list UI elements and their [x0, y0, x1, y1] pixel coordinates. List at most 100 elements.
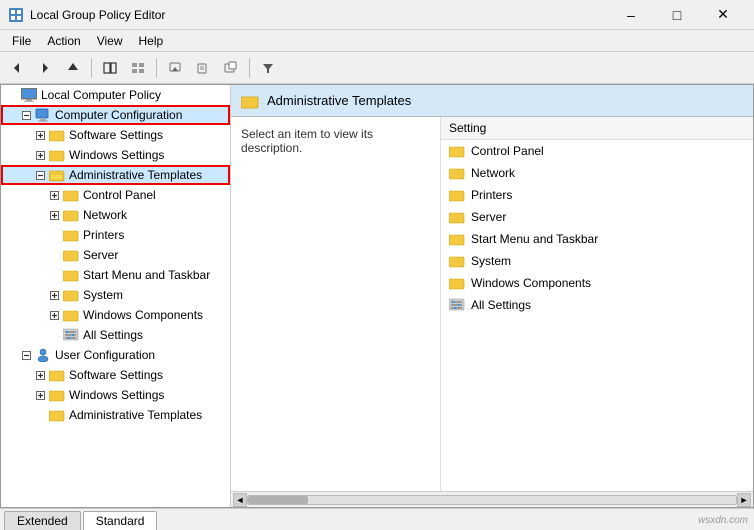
tree-item-local-computer-policy[interactable]: Local Computer Policy — [1, 85, 230, 105]
toolbar-forward[interactable] — [32, 56, 58, 80]
tree-label-system: System — [83, 288, 123, 302]
tree-label-start-menu-taskbar: Start Menu and Taskbar — [83, 268, 210, 282]
expand-icon-software-settings[interactable] — [33, 128, 47, 142]
tree-item-control-panel[interactable]: Control Panel — [1, 185, 230, 205]
tree-item-software-settings-uc[interactable]: Software Settings — [1, 365, 230, 385]
toolbar-filter[interactable] — [255, 56, 281, 80]
tree-label-all-settings: All Settings — [83, 328, 143, 342]
scroll-thumb[interactable] — [248, 496, 308, 504]
list-panel: Setting Control Panel Network Printers S… — [441, 117, 753, 491]
toolbar-action3[interactable] — [218, 56, 244, 80]
folder-icon-start-menu-taskbar — [449, 232, 465, 246]
expand-icon-start-menu-taskbar[interactable] — [47, 268, 61, 282]
tree-panel: Local Computer Policy Computer Configura… — [1, 85, 231, 507]
menu-file[interactable]: File — [4, 32, 39, 50]
expand-icon-system[interactable] — [47, 288, 61, 302]
tab-extended[interactable]: Extended — [4, 511, 81, 530]
title-bar: Local Group Policy Editor – □ ✕ — [0, 0, 754, 30]
tree-item-server[interactable]: Server — [1, 245, 230, 265]
list-item-network[interactable]: Network — [441, 162, 753, 184]
list-item-control-panel[interactable]: Control Panel — [441, 140, 753, 162]
tree-label-software-settings: Software Settings — [69, 128, 163, 142]
folder-icon-printers — [449, 188, 465, 202]
folder-icon-control-panel — [449, 144, 465, 158]
description-text: Select an item to view its description. — [241, 127, 373, 155]
tab-bar: ExtendedStandard — [0, 508, 754, 530]
tree-item-administrative-templates[interactable]: Administrative Templates — [1, 165, 230, 185]
expand-icon-computer-configuration[interactable] — [19, 108, 33, 122]
expand-icon-network[interactable] — [47, 208, 61, 222]
minimize-button[interactable]: – — [608, 0, 654, 30]
toolbar-action2[interactable] — [190, 56, 216, 80]
list-item-system[interactable]: System — [441, 250, 753, 272]
right-panel: Administrative Templates Select an item … — [231, 85, 753, 507]
menu-bar: File Action View Help — [0, 30, 754, 52]
folder-icon-network — [449, 166, 465, 180]
expand-icon-control-panel[interactable] — [47, 188, 61, 202]
scroll-right-arrow[interactable]: ► — [737, 493, 751, 507]
menu-view[interactable]: View — [89, 32, 131, 50]
folder-icon — [49, 368, 65, 382]
folder-icon — [63, 308, 79, 322]
toolbar-action1[interactable] — [162, 56, 188, 80]
tree-item-all-settings[interactable]: All Settings — [1, 325, 230, 345]
tree-label-control-panel: Control Panel — [83, 188, 156, 202]
menu-action[interactable]: Action — [39, 32, 88, 50]
expand-icon-user-configuration[interactable] — [19, 348, 33, 362]
monitor-icon — [21, 88, 37, 102]
expand-icon-server[interactable] — [47, 248, 61, 262]
user-icon — [35, 348, 51, 362]
tree-item-windows-settings-cc[interactable]: Windows Settings — [1, 145, 230, 165]
folder-icon-system — [449, 254, 465, 268]
expand-icon-local-computer-policy[interactable] — [5, 88, 19, 102]
folder-icon — [63, 268, 79, 282]
scroll-left-arrow[interactable]: ◄ — [233, 493, 247, 507]
tree-item-software-settings[interactable]: Software Settings — [1, 125, 230, 145]
list-item-label-server: Server — [471, 210, 506, 224]
list-item-printers[interactable]: Printers — [441, 184, 753, 206]
toolbar-back[interactable] — [4, 56, 30, 80]
horizontal-scrollbar[interactable]: ◄ ► — [231, 491, 753, 507]
watermark: wsxdn.com — [698, 515, 748, 526]
close-button[interactable]: ✕ — [700, 0, 746, 30]
list-item-label-windows-components: Windows Components — [471, 276, 591, 290]
expand-icon-software-settings-uc[interactable] — [33, 368, 47, 382]
list-item-server[interactable]: Server — [441, 206, 753, 228]
tree-item-computer-configuration[interactable]: Computer Configuration — [1, 105, 230, 125]
app-icon — [8, 7, 24, 23]
tree-item-network[interactable]: Network — [1, 205, 230, 225]
list-item-all-settings[interactable]: All Settings — [441, 294, 753, 316]
tree-label-local-computer-policy: Local Computer Policy — [41, 88, 161, 102]
list-item-windows-components[interactable]: Windows Components — [441, 272, 753, 294]
expand-icon-printers[interactable] — [47, 228, 61, 242]
maximize-button[interactable]: □ — [654, 0, 700, 30]
toolbar-up[interactable] — [60, 56, 86, 80]
scroll-track[interactable] — [247, 495, 737, 505]
settings-icon-all-settings — [449, 298, 465, 312]
toolbar-view[interactable] — [125, 56, 151, 80]
folder-icon — [63, 288, 79, 302]
expand-icon-windows-settings-uc[interactable] — [33, 388, 47, 402]
expand-icon-administrative-templates-uc[interactable] — [33, 408, 47, 422]
expand-icon-administrative-templates[interactable] — [33, 168, 47, 182]
menu-help[interactable]: Help — [131, 32, 172, 50]
list-item-label-start-menu-taskbar: Start Menu and Taskbar — [471, 232, 598, 246]
tree-item-windows-components[interactable]: Windows Components — [1, 305, 230, 325]
expand-icon-all-settings[interactable] — [47, 328, 61, 342]
toolbar-show-hide[interactable] — [97, 56, 123, 80]
tree-item-administrative-templates-uc[interactable]: Administrative Templates — [1, 405, 230, 425]
tree-item-printers[interactable]: Printers — [1, 225, 230, 245]
folder-icon — [49, 148, 65, 162]
tree-item-system[interactable]: System — [1, 285, 230, 305]
tree-item-user-configuration[interactable]: User Configuration — [1, 345, 230, 365]
tree-item-windows-settings-uc[interactable]: Windows Settings — [1, 385, 230, 405]
right-header-title: Administrative Templates — [267, 93, 411, 108]
tree-item-start-menu-taskbar[interactable]: Start Menu and Taskbar — [1, 265, 230, 285]
folder-icon — [63, 208, 79, 222]
tree-label-server: Server — [83, 248, 118, 262]
expand-icon-windows-components[interactable] — [47, 308, 61, 322]
folder-icon — [63, 188, 79, 202]
expand-icon-windows-settings-cc[interactable] — [33, 148, 47, 162]
list-item-start-menu-taskbar[interactable]: Start Menu and Taskbar — [441, 228, 753, 250]
tab-standard[interactable]: Standard — [83, 511, 158, 530]
